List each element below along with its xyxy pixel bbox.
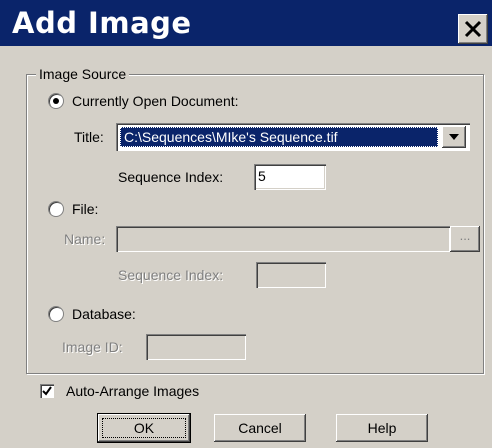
current-document-label[interactable]: Currently Open Document: <box>72 92 239 110</box>
focus-indicator <box>102 418 186 438</box>
help-button[interactable]: Help <box>336 414 428 442</box>
cancel-button-label: Cancel <box>238 420 282 436</box>
file-label[interactable]: File: <box>72 200 98 218</box>
file-sequence-index-label: Sequence Index: <box>118 267 224 283</box>
close-button[interactable] <box>458 14 488 44</box>
checkmark-icon <box>42 386 52 396</box>
image-source-group-label: Image Source <box>36 65 130 83</box>
title-bar: Add Image <box>0 0 492 46</box>
auto-arrange-label[interactable]: Auto-Arrange Images <box>66 382 199 400</box>
file-radio[interactable] <box>48 201 64 217</box>
title-label: Title: <box>74 129 104 145</box>
title-select-value: C:\Sequences\MIke's Sequence.tif <box>120 127 438 147</box>
title-select[interactable]: C:\Sequences\MIke's Sequence.tif <box>116 123 470 151</box>
cancel-button[interactable]: Cancel <box>214 414 306 442</box>
close-icon <box>464 20 482 38</box>
image-source-group <box>26 74 484 374</box>
file-sequence-index-field <box>256 262 326 288</box>
ok-button[interactable]: OK <box>98 414 190 442</box>
database-radio[interactable] <box>48 306 64 322</box>
database-label[interactable]: Database: <box>72 305 136 323</box>
file-name-label: Name: <box>64 231 106 247</box>
current-document-radio[interactable] <box>48 93 64 109</box>
sequence-index-field[interactable]: 5 <box>254 164 326 190</box>
auto-arrange-checkbox[interactable] <box>40 384 54 398</box>
help-button-label: Help <box>367 420 397 436</box>
add-image-dialog: Add Image Image Source Currently Open Do… <box>0 0 492 448</box>
dropdown-arrow-icon[interactable] <box>442 126 466 148</box>
browse-button: ... <box>450 226 480 252</box>
sequence-index-label: Sequence Index: <box>118 169 224 185</box>
image-id-field <box>146 334 246 360</box>
image-id-label: Image ID: <box>62 339 123 355</box>
dialog-title: Add Image <box>12 6 192 40</box>
file-name-field <box>116 226 450 252</box>
